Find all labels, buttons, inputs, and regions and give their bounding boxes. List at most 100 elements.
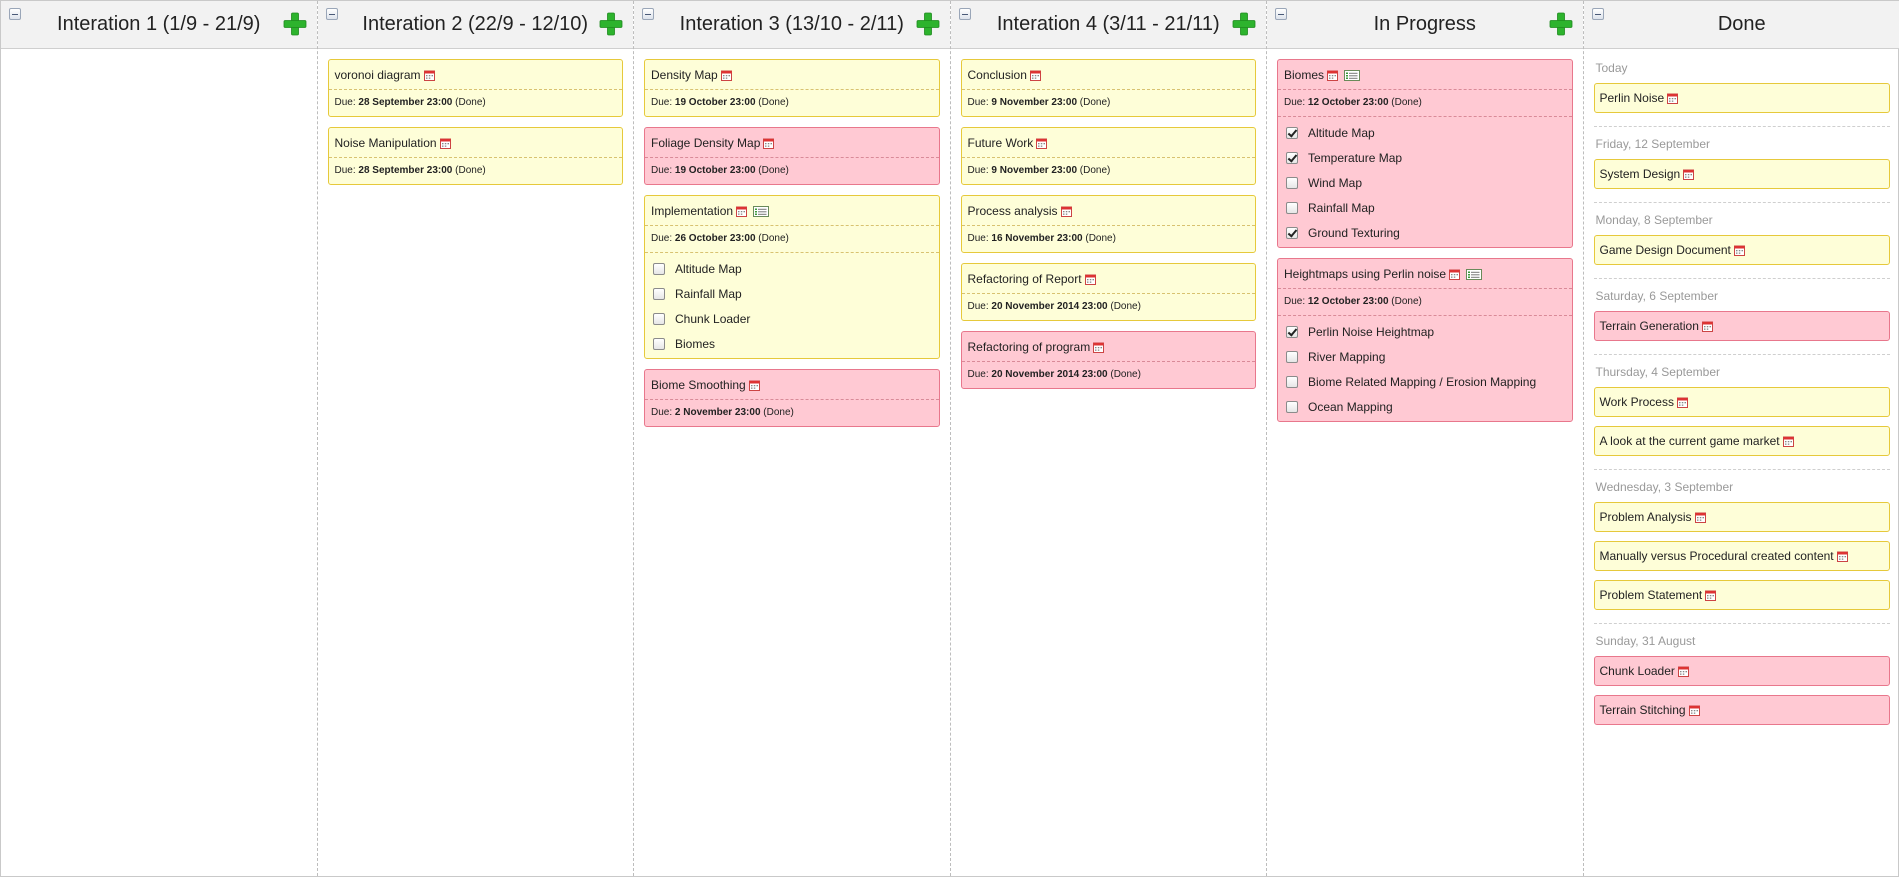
- calendar-icon[interactable]: [1677, 666, 1689, 677]
- checkbox-checked[interactable]: [1286, 126, 1298, 139]
- checkbox-unchecked[interactable]: [1286, 176, 1298, 189]
- done-card[interactable]: Manually versus Procedural created conte…: [1593, 541, 1890, 571]
- collapse-icon[interactable]: [325, 8, 338, 20]
- add-card-icon[interactable]: [916, 12, 940, 36]
- calendar-icon[interactable]: [1782, 436, 1794, 447]
- calendar-icon[interactable]: [1036, 138, 1048, 149]
- checkbox-unchecked[interactable]: [1286, 375, 1298, 388]
- card-title[interactable]: Conclusion: [968, 68, 1027, 82]
- calendar-icon[interactable]: [763, 138, 775, 149]
- checklist-icon[interactable]: [1344, 69, 1361, 81]
- task-card[interactable]: Biome Smoothing Due: 2 November 23:00 (D…: [644, 369, 940, 427]
- checkbox-checked[interactable]: [1286, 325, 1298, 338]
- card-title[interactable]: Refactoring of program: [968, 340, 1091, 354]
- calendar-icon[interactable]: [439, 138, 451, 149]
- task-card[interactable]: voronoi diagram Due: 28 September 23:00 …: [327, 59, 623, 117]
- checkbox-unchecked[interactable]: [1286, 400, 1298, 413]
- calendar-icon[interactable]: [1093, 342, 1105, 353]
- checkbox-unchecked[interactable]: [653, 287, 665, 300]
- card-title[interactable]: Perlin Noise: [1600, 91, 1665, 105]
- task-card[interactable]: Process analysis Due: 16 November 23:00 …: [960, 195, 1256, 253]
- calendar-icon[interactable]: [1676, 397, 1688, 408]
- task-card[interactable]: Foliage Density Map Due: 19 October 23:0…: [644, 127, 940, 185]
- task-card[interactable]: Refactoring of Report Due: 20 November 2…: [960, 263, 1256, 321]
- done-card[interactable]: Problem Statement: [1593, 580, 1890, 610]
- task-card[interactable]: Noise Manipulation Due: 28 September 23:…: [327, 127, 623, 185]
- task-card[interactable]: Refactoring of program Due: 20 November …: [960, 331, 1256, 389]
- task-card[interactable]: Implementation Due: 26 October 23:00 (Do…: [644, 195, 940, 359]
- calendar-icon[interactable]: [1667, 93, 1679, 104]
- card-title[interactable]: Terrain Generation: [1600, 319, 1699, 333]
- calendar-icon[interactable]: [748, 380, 760, 391]
- done-card[interactable]: Work Process: [1593, 387, 1890, 417]
- card-title[interactable]: Game Design Document: [1600, 243, 1731, 257]
- card-title[interactable]: Work Process: [1600, 395, 1674, 409]
- done-card[interactable]: Perlin Noise: [1593, 83, 1890, 113]
- checkbox-unchecked[interactable]: [653, 312, 665, 325]
- done-card[interactable]: Game Design Document: [1593, 235, 1890, 265]
- add-card-icon[interactable]: [599, 12, 623, 36]
- calendar-icon[interactable]: [1084, 274, 1096, 285]
- card-title[interactable]: Future Work: [968, 136, 1034, 150]
- collapse-icon[interactable]: [9, 8, 21, 20]
- calendar-icon[interactable]: [1688, 705, 1700, 716]
- calendar-icon[interactable]: [1705, 590, 1717, 601]
- card-title[interactable]: Refactoring of Report: [968, 272, 1082, 286]
- card-title[interactable]: Chunk Loader: [1600, 664, 1675, 678]
- done-card[interactable]: System Design: [1593, 159, 1890, 189]
- card-title[interactable]: Implementation: [651, 204, 733, 218]
- calendar-icon[interactable]: [1733, 245, 1745, 256]
- done-card[interactable]: Terrain Generation: [1593, 311, 1890, 341]
- task-card[interactable]: Future Work Due: 9 November 23:00 (Done): [960, 127, 1256, 185]
- card-title[interactable]: Biome Smoothing: [651, 378, 746, 392]
- calendar-icon[interactable]: [720, 70, 732, 81]
- calendar-icon[interactable]: [1701, 321, 1713, 332]
- card-title[interactable]: Heightmaps using Perlin noise: [1284, 267, 1446, 281]
- checkbox-checked[interactable]: [1286, 226, 1298, 239]
- card-title[interactable]: System Design: [1600, 167, 1681, 181]
- task-card[interactable]: Conclusion Due: 9 November 23:00 (Done): [960, 59, 1256, 117]
- calendar-icon[interactable]: [736, 206, 748, 217]
- calendar-icon[interactable]: [1694, 512, 1706, 523]
- done-card[interactable]: Problem Analysis: [1593, 502, 1890, 532]
- checklist-icon[interactable]: [753, 205, 770, 217]
- checklist-icon[interactable]: [1466, 268, 1483, 280]
- calendar-icon[interactable]: [1029, 70, 1041, 81]
- card-title[interactable]: voronoi diagram: [335, 68, 421, 82]
- task-card[interactable]: Density Map Due: 19 October 23:00 (Done): [644, 59, 940, 117]
- card-title[interactable]: Problem Statement: [1600, 588, 1703, 602]
- card-title[interactable]: Manually versus Procedural created conte…: [1600, 549, 1834, 563]
- card-title[interactable]: Problem Analysis: [1600, 510, 1692, 524]
- collapse-icon[interactable]: [1591, 8, 1604, 20]
- checkbox-unchecked[interactable]: [653, 262, 665, 275]
- card-title[interactable]: Terrain Stitching: [1600, 703, 1686, 717]
- card-title[interactable]: A look at the current game market: [1600, 434, 1780, 448]
- card-title[interactable]: Noise Manipulation: [335, 136, 437, 150]
- collapse-icon[interactable]: [642, 8, 654, 20]
- collapse-icon[interactable]: [958, 8, 971, 20]
- add-card-icon[interactable]: [1232, 12, 1256, 36]
- calendar-icon[interactable]: [1060, 206, 1072, 217]
- checkbox-unchecked[interactable]: [1286, 201, 1298, 214]
- checkbox-unchecked[interactable]: [653, 337, 665, 350]
- add-card-icon[interactable]: [1549, 12, 1573, 36]
- calendar-icon[interactable]: [1327, 70, 1339, 81]
- task-card[interactable]: Heightmaps using Perlin noise Due: 12 Oc…: [1277, 258, 1573, 422]
- done-card[interactable]: Chunk Loader: [1593, 656, 1890, 686]
- collapse-icon[interactable]: [1275, 8, 1287, 20]
- checkbox-unchecked[interactable]: [1286, 350, 1298, 363]
- calendar-icon[interactable]: [1449, 269, 1461, 280]
- column-title: Interation 2 (22/9 - 12/10): [362, 13, 589, 35]
- calendar-icon[interactable]: [1683, 169, 1695, 180]
- card-title[interactable]: Biomes: [1284, 68, 1324, 82]
- add-card-icon[interactable]: [283, 12, 307, 36]
- checkbox-checked[interactable]: [1286, 151, 1298, 164]
- card-title[interactable]: Foliage Density Map: [651, 136, 760, 150]
- calendar-icon[interactable]: [1836, 551, 1848, 562]
- calendar-icon[interactable]: [423, 70, 435, 81]
- card-title[interactable]: Process analysis: [968, 204, 1058, 218]
- done-card[interactable]: Terrain Stitching: [1593, 695, 1890, 725]
- task-card[interactable]: Biomes Due: 12 October 23:00 (Done) Alti…: [1277, 59, 1573, 248]
- done-card[interactable]: A look at the current game market: [1593, 426, 1890, 456]
- card-title[interactable]: Density Map: [651, 68, 718, 82]
